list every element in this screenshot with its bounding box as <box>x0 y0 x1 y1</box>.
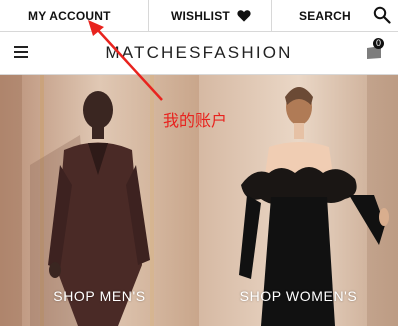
annotation-text: 我的账户 <box>163 111 228 130</box>
annotation-arrow <box>88 20 163 101</box>
